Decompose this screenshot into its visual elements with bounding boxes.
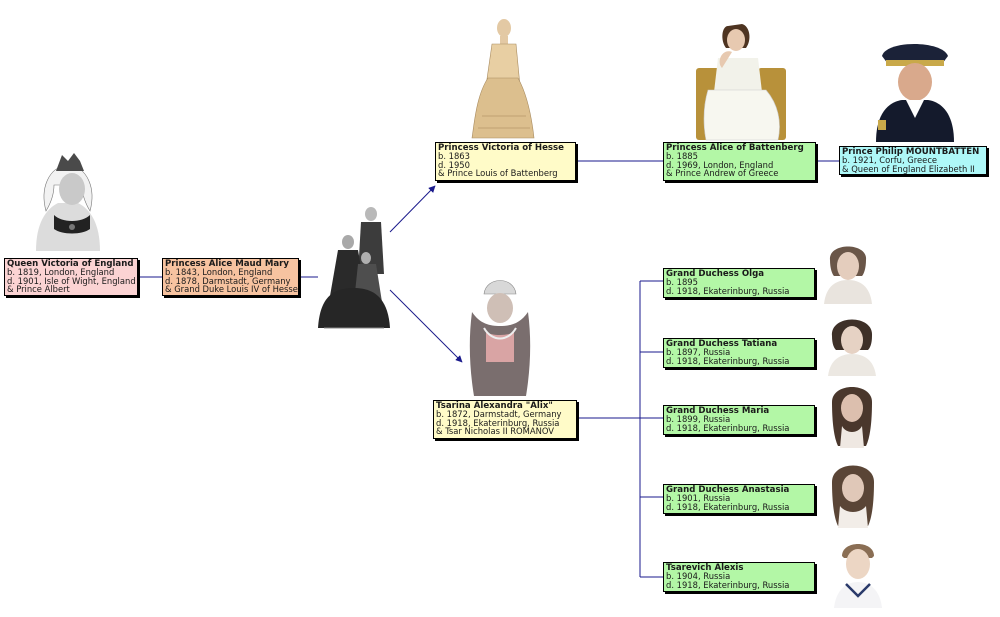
- person-death: d. 1918, Ekaterinburg, Russia: [666, 422, 790, 433]
- person-box-grand-duchess-tatiana: Grand Duchess Tatiana b. 1897, Russia d.…: [663, 338, 815, 368]
- grand-duchess-maria-portrait: [832, 387, 872, 448]
- grand-duchess-tatiana-portrait: [828, 319, 876, 376]
- grand-duchess-olga-portrait: [824, 246, 872, 304]
- person-death: d. 1918, Ekaterinburg, Russia: [666, 355, 790, 366]
- person-box-prince-philip: Prince Philip MOUNTBATTEN b. 1921, Corfu…: [839, 146, 987, 175]
- person-spouse: & Prince Albert: [7, 284, 70, 295]
- princess-alice-battenberg-portrait: [696, 24, 786, 141]
- person-box-queen-victoria: Queen Victoria of England b. 1819, Londo…: [4, 258, 138, 296]
- person-death: d. 1918, Ekaterinburg, Russia: [666, 285, 790, 296]
- person-box-grand-duchess-maria: Grand Duchess Maria b. 1899, Russia d. 1…: [663, 405, 815, 435]
- person-box-tsarina-alexandra: Tsarina Alexandra "Alix" b. 1872, Darmst…: [433, 400, 577, 439]
- person-box-princess-alice: Princess Alice Maud Mary b. 1843, London…: [162, 258, 299, 296]
- grand-duchess-anastasia-portrait: [832, 465, 874, 528]
- person-spouse: & Grand Duke Louis IV of Hesse: [165, 284, 298, 295]
- person-spouse: & Prince Andrew of Greece: [666, 168, 779, 179]
- person-spouse: & Tsar Nicholas II ROMANOV: [436, 426, 555, 437]
- person-spouse: & Prince Louis of Battenberg: [438, 168, 558, 179]
- arrow-to-alexandra: [389, 289, 463, 363]
- person-box-princess-victoria-hesse: Princess Victoria of Hesse b. 1863 d. 19…: [435, 142, 576, 181]
- person-spouse: & Queen of England Elizabeth II: [842, 163, 975, 174]
- person-box-grand-duchess-olga: Grand Duchess Olga b. 1895 d. 1918, Ekat…: [663, 268, 815, 298]
- alice-family-photo: [318, 207, 390, 329]
- prince-philip-portrait: [876, 44, 954, 142]
- person-death: d. 1918, Ekaterinburg, Russia: [666, 501, 790, 512]
- tsarevich-alexis-portrait: [834, 544, 882, 608]
- princess-victoria-hesse-portrait: [471, 19, 535, 139]
- tsarina-alexandra-portrait: [469, 280, 531, 396]
- person-box-tsarevich-alexis: Tsarevich Alexis b. 1904, Russia d. 1918…: [663, 562, 815, 592]
- person-death: d. 1918, Ekaterinburg, Russia: [666, 579, 790, 590]
- person-box-grand-duchess-anastasia: Grand Duchess Anastasia b. 1901, Russia …: [663, 484, 815, 514]
- queen-victoria-portrait: [36, 153, 100, 251]
- arrow-to-victoria-hesse: [389, 185, 436, 233]
- person-box-princess-alice-battenberg: Princess Alice of Battenberg b. 1885 d. …: [663, 142, 816, 181]
